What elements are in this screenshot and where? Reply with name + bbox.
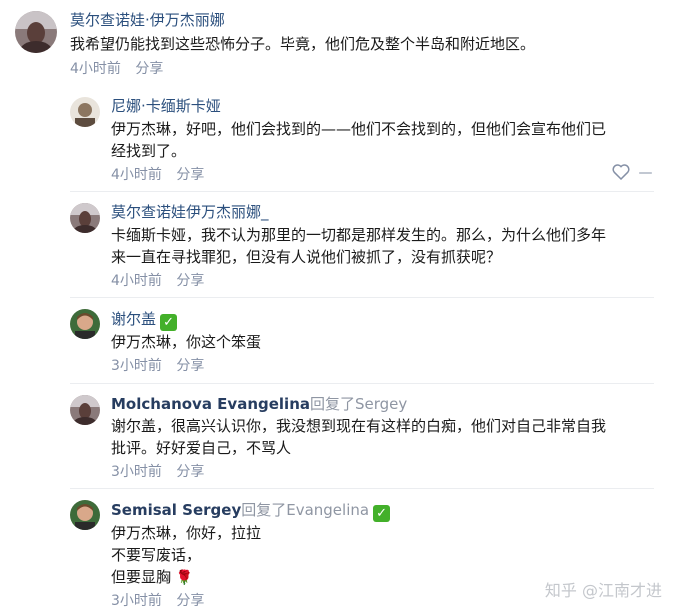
commenter-name[interactable]: 谢尔盖 ✓	[111, 309, 178, 331]
comment-time: 3小时前	[111, 358, 162, 374]
comment-text-line: 不要写废话，	[111, 546, 202, 564]
avatar[interactable]	[70, 309, 100, 339]
avatar[interactable]	[70, 203, 100, 233]
comment-text-fragment: 但要显胸	[111, 568, 172, 586]
share-button[interactable]: 分享	[176, 167, 204, 183]
divider	[70, 383, 654, 384]
commenter-name[interactable]: 莫尔查诺娃伊万杰丽娜_	[111, 202, 269, 222]
share-button[interactable]: 分享	[176, 273, 204, 289]
divider	[70, 297, 654, 298]
reply-to-label[interactable]: 回复了Evangelina	[241, 501, 369, 519]
commenter-name[interactable]: 莫尔查诺娃·伊万杰丽娜	[70, 10, 225, 30]
comment-text-line: 伊万杰琳，你好，拉拉	[111, 524, 262, 542]
divider	[70, 191, 654, 192]
comment-meta: 3小时前 分享	[111, 357, 214, 375]
comment-meta: 4小时前 分享	[111, 272, 214, 290]
comment-time: 4小时前	[111, 167, 162, 183]
divider	[70, 488, 654, 489]
commenter-name-text: 谢尔盖	[111, 310, 157, 328]
like-button[interactable]: —	[612, 164, 652, 181]
comment-time: 4小时前	[111, 273, 162, 289]
comment-text-line: 谢尔盖，很高兴认识你，我没想到现在有这样的白痴，他们对自己非常自我	[111, 417, 607, 435]
like-count: —	[638, 165, 653, 181]
avatar[interactable]	[15, 11, 57, 53]
verified-check-icon: ✓	[373, 505, 391, 522]
avatar[interactable]	[70, 395, 100, 425]
comment-text-line: 伊万杰琳，好吧，他们会找到的——他们不会找到的，但他们会宣布他们已	[111, 120, 607, 138]
verified-check-icon: ✓	[160, 314, 178, 331]
comment-text-line: 来一直在寻找罪犯，但没有人说他们被抓了，没有抓获呢？	[111, 248, 502, 266]
share-button[interactable]: 分享	[176, 593, 204, 609]
comment-meta: 3小时前 分享	[111, 463, 214, 481]
commenter-name-text: Molchanova Evangelina	[111, 395, 310, 413]
comment-text: 伊万杰琳，你这个笨蛋	[111, 333, 262, 351]
watermark: 知乎 @江南才进	[544, 581, 662, 600]
comment-text-line: 卡缅斯卡娅，我不认为那里的一切都是那样发生的。那么，为什么他们多年	[111, 226, 607, 244]
rose-icon: 🌹	[175, 570, 194, 586]
comment-text: 伊万杰琳，好吧，他们会找到的——他们不会找到的，但他们会宣布他们已 经找到了。	[111, 118, 651, 162]
comment-text-line: 经找到了。	[111, 142, 187, 160]
comment-time: 3小时前	[111, 464, 162, 480]
comment-time: 4小时前	[70, 61, 121, 77]
avatar[interactable]	[70, 500, 100, 530]
heart-icon	[612, 164, 630, 181]
comment-text: 谢尔盖，很高兴认识你，我没想到现在有这样的白痴，他们对自己非常自我 批评。好好爱…	[111, 415, 651, 459]
commenter-name[interactable]: Molchanova Evangelina回复了Sergey	[111, 394, 407, 414]
comment-text: 伊万杰琳，你好，拉拉 不要写废话， 但要显胸 🌹	[111, 522, 511, 589]
share-button[interactable]: 分享	[176, 358, 204, 374]
reply-to-label[interactable]: 回复了Sergey	[310, 395, 407, 413]
comment-meta: 3小时前 分享	[111, 592, 214, 610]
commenter-name-text: Semisal Sergey	[111, 501, 242, 519]
comment-meta: 4小时前 分享	[111, 166, 214, 184]
comment-text: 我希望仍能找到这些恐怖分子。毕竟，他们危及整个半岛和附近地区。	[70, 35, 536, 53]
comment-text: 卡缅斯卡娅，我不认为那里的一切都是那样发生的。那么，为什么他们多年 来一直在寻找…	[111, 224, 651, 268]
comment-text-line: 但要显胸 🌹	[111, 566, 511, 589]
share-button[interactable]: 分享	[135, 61, 163, 77]
comment-text-line: 批评。好好爱自己，不骂人	[111, 439, 292, 457]
avatar[interactable]	[70, 97, 100, 127]
commenter-name[interactable]: Semisal Sergey回复了Evangelina ✓	[111, 500, 391, 522]
comment-meta: 4小时前 分享	[70, 60, 173, 78]
commenter-name[interactable]: 尼娜·卡缅斯卡娅	[111, 96, 221, 116]
share-button[interactable]: 分享	[176, 464, 204, 480]
comment-time: 3小时前	[111, 593, 162, 609]
